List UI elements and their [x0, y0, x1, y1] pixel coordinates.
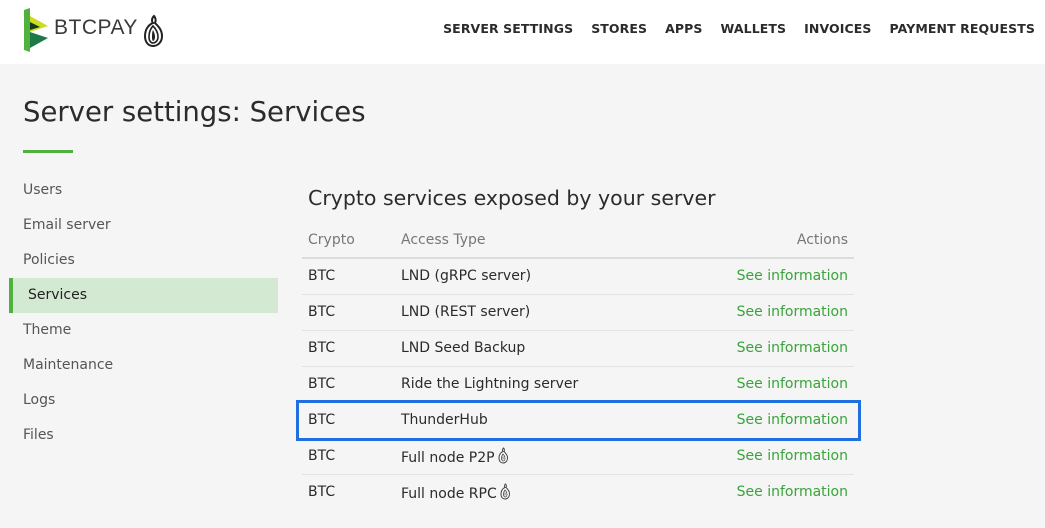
see-information-link[interactable]: See information [737, 268, 848, 284]
see-information-link[interactable]: See information [737, 376, 848, 392]
column-header-actions: Actions [672, 222, 854, 259]
actions-cell: See information [672, 437, 854, 474]
sidebar-item-files[interactable]: Files [9, 418, 278, 453]
actions-cell: See information [672, 473, 854, 510]
column-header-crypto: Crypto [302, 222, 395, 259]
see-information-link[interactable]: See information [737, 304, 848, 320]
see-information-link[interactable]: See information [737, 484, 848, 500]
nav-stores[interactable]: STORES [591, 21, 647, 36]
crypto-cell: BTC [302, 329, 395, 366]
sidebar-item-users[interactable]: Users [9, 173, 278, 208]
access-type-cell: LND (REST server) [395, 293, 673, 330]
sidebar-item-policies[interactable]: Policies [9, 243, 278, 278]
nav-invoices[interactable]: INVOICES [804, 21, 871, 36]
crypto-cell: BTC [302, 365, 395, 402]
table-row: BTC LND Seed Backup See information [302, 329, 854, 366]
top-navbar: BTCPAY SERVER SETTINGS STORES APPS WALLE… [0, 0, 1045, 64]
access-type-cell: ThunderHub [395, 401, 673, 438]
crypto-cell: BTC [302, 437, 395, 474]
nav-server-settings[interactable]: SERVER SETTINGS [443, 21, 573, 36]
access-type-label: Full node RPC [401, 485, 497, 502]
crypto-cell: BTC [302, 293, 395, 330]
table-row: BTC LND (REST server) See information [302, 293, 854, 330]
access-type-label: Full node P2P [401, 449, 495, 466]
access-type-cell: Full node RPC [395, 473, 673, 510]
settings-sidebar: Users Email server Policies Services The… [9, 173, 278, 453]
crypto-cell: BTC [308, 268, 336, 285]
table-row-thunderhub: BTC ThunderHub See information [302, 401, 854, 438]
services-table: Crypto Access Type Actions BTC LND (gRPC… [302, 222, 854, 510]
btcpay-logo-icon[interactable] [22, 8, 50, 52]
actions-cell: See information [673, 258, 854, 294]
actions-cell: See information [672, 329, 854, 366]
see-information-link[interactable]: See information [737, 448, 848, 464]
actions-cell: See information [672, 293, 854, 330]
nav-apps[interactable]: APPS [665, 21, 702, 36]
tor-onion-icon [500, 483, 510, 500]
crypto-cell: BTC [302, 401, 395, 438]
table-row: BTC Full node P2P See information [302, 437, 854, 474]
column-header-access-type: Access Type [395, 222, 673, 259]
actions-cell: See information [672, 365, 854, 402]
tor-onion-icon [143, 14, 164, 48]
services-section-title: Crypto services exposed by your server [308, 186, 716, 210]
actions-cell: See information [672, 401, 854, 438]
sidebar-item-logs[interactable]: Logs [9, 383, 278, 418]
table-row: BTC Ride the Lightning server See inform… [302, 365, 854, 402]
page-title: Server settings: Services [23, 96, 366, 128]
table-row: BTC LND (gRPC server) See information [302, 258, 854, 294]
title-underline [23, 150, 73, 153]
access-type-cell: Ride the Lightning server [395, 365, 673, 402]
table-row: BTC Full node RPC See information [302, 473, 854, 510]
nav-payment-requests[interactable]: PAYMENT REQUESTS [890, 21, 1035, 36]
sidebar-item-email-server[interactable]: Email server [9, 208, 278, 243]
see-information-link[interactable]: See information [737, 412, 848, 428]
sidebar-item-theme[interactable]: Theme [9, 313, 278, 348]
main-nav: SERVER SETTINGS STORES APPS WALLETS INVO… [443, 21, 1035, 36]
sidebar-item-services[interactable]: Services [9, 278, 278, 313]
nav-wallets[interactable]: WALLETS [721, 21, 787, 36]
table-header-row: Crypto Access Type Actions [302, 222, 854, 259]
access-type-cell: LND Seed Backup [395, 329, 673, 366]
tor-onion-icon [498, 446, 508, 464]
access-type-cell: Full node P2P [395, 437, 673, 474]
access-type-cell: LND (gRPC server) [401, 268, 532, 285]
brand-name[interactable]: BTCPAY [54, 16, 138, 40]
sidebar-item-maintenance[interactable]: Maintenance [9, 348, 278, 383]
crypto-cell: BTC [302, 473, 395, 510]
see-information-link[interactable]: See information [737, 340, 848, 356]
